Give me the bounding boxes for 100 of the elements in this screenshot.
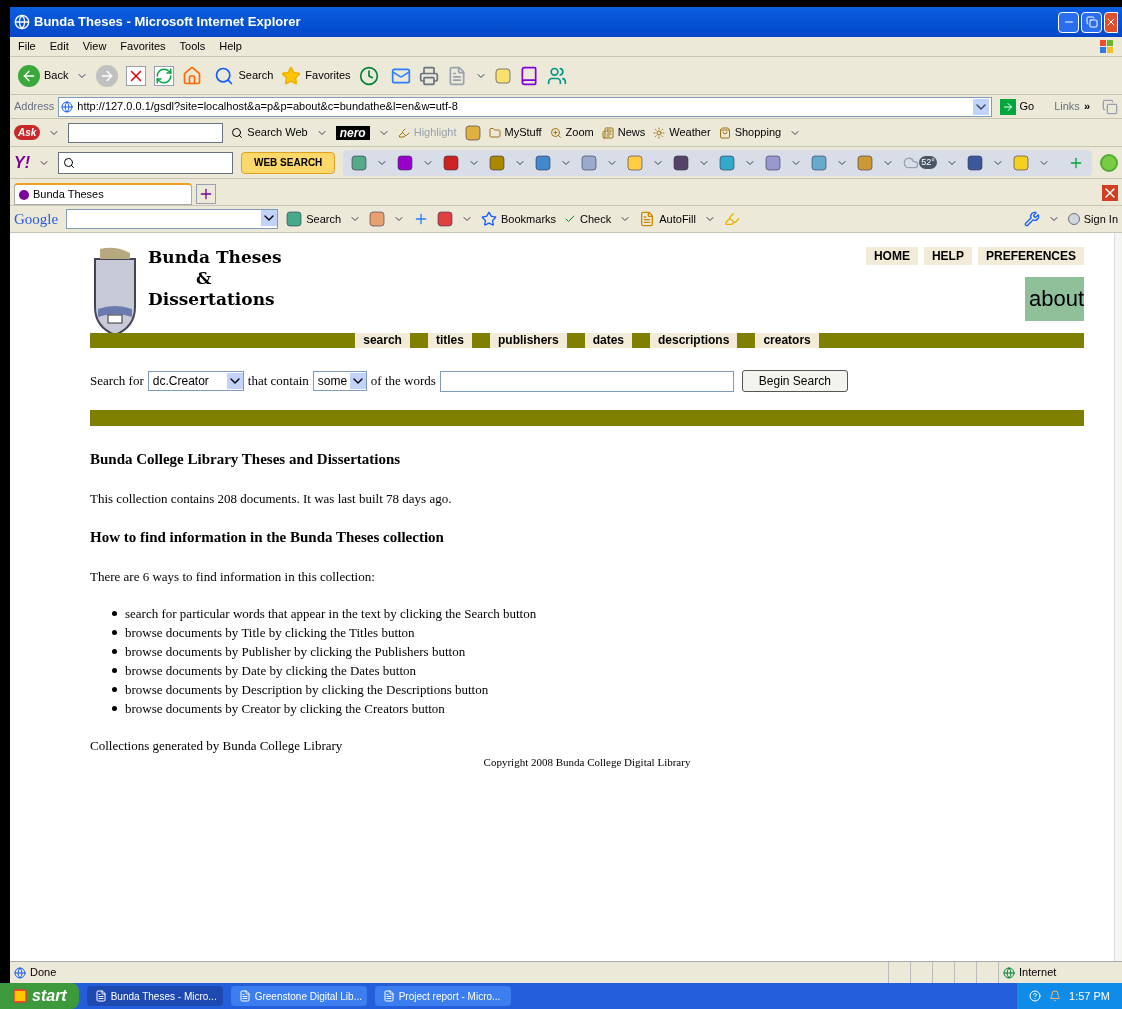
- menu-item[interactable]: Favorites: [120, 38, 166, 55]
- section-heading: How to find information in the Bunda Theses collection: [90, 528, 445, 547]
- list-item: browse documents by Description by clicking the Descriptions button: [125, 681, 489, 699]
- address-field[interactable]: http://127.0.0.1/gsdl?site=localhost&a=p&p=about&c=bundathe&l=en&w=utf-8: [58, 96, 992, 117]
- refresh-icon[interactable]: [154, 65, 175, 86]
- search-web-button[interactable]: Search Web: [231, 124, 308, 141]
- field-select[interactable]: dc.Creator: [147, 371, 244, 391]
- mode-select[interactable]: some: [312, 371, 367, 391]
- top-nav-link[interactable]: PREFERENCES: [977, 247, 1084, 265]
- dropdown-icon[interactable]: [261, 210, 278, 226]
- favorites-button[interactable]: Favorites: [281, 65, 351, 86]
- new-tab-button[interactable]: [196, 184, 216, 204]
- settings-icon[interactable]: [1023, 211, 1040, 227]
- history-icon[interactable]: [358, 65, 379, 86]
- minimize-button[interactable]: [1058, 11, 1079, 33]
- scrollbar[interactable]: [1114, 233, 1122, 961]
- google-logo[interactable]: Google: [14, 207, 59, 231]
- close-button[interactable]: [1104, 11, 1118, 33]
- taskbar-button[interactable]: Bunda Theses - Micro...: [86, 986, 223, 1006]
- pages-icon[interactable]: [1102, 98, 1118, 115]
- toolbar-item[interactable]: Weather: [653, 124, 711, 141]
- autofill-button[interactable]: AutoFill: [639, 210, 696, 228]
- menu-item[interactable]: Edit: [49, 38, 69, 55]
- toolbar-item[interactable]: News: [601, 124, 646, 141]
- square-icon[interactable]: [673, 154, 690, 171]
- square-icon[interactable]: [1012, 154, 1029, 171]
- messenger-icon[interactable]: [546, 65, 567, 86]
- yahoo-search-field[interactable]: [58, 151, 233, 174]
- google-search-button[interactable]: Search: [286, 210, 342, 228]
- dropdown-icon[interactable]: [972, 98, 989, 115]
- folder-icon: [488, 126, 501, 139]
- restore-button[interactable]: [1081, 11, 1102, 33]
- start-button[interactable]: start: [0, 983, 79, 1009]
- summary-text: This collection contains 208 documents. It was last built 78 days ago.: [90, 489, 453, 508]
- nav-button[interactable]: descriptions: [650, 333, 738, 348]
- home-icon[interactable]: [182, 65, 203, 86]
- help-icon[interactable]: [1029, 990, 1042, 1002]
- back-button[interactable]: Back: [18, 64, 69, 87]
- square-icon[interactable]: [627, 154, 644, 171]
- toolbar-item[interactable]: MyStuff: [488, 124, 542, 141]
- query-field[interactable]: [439, 370, 734, 392]
- square-icon[interactable]: [397, 154, 414, 171]
- close-tab-icon[interactable]: [1102, 185, 1118, 201]
- nav-button[interactable]: publishers: [489, 333, 567, 348]
- square-icon[interactable]: [966, 154, 983, 171]
- square-icon[interactable]: [535, 154, 552, 171]
- google-search-field[interactable]: [66, 209, 279, 229]
- square-icon[interactable]: [765, 154, 782, 171]
- links-label[interactable]: Links: [1054, 98, 1080, 115]
- menu-item[interactable]: Help: [219, 38, 242, 55]
- sign-in-button[interactable]: Sign In: [1067, 210, 1118, 228]
- square-icon[interactable]: [489, 154, 506, 171]
- menu-item[interactable]: File: [18, 38, 36, 55]
- stop-icon[interactable]: [126, 65, 147, 86]
- square-icon[interactable]: [719, 154, 736, 171]
- newspaper-icon: [601, 126, 614, 139]
- that-contain-label: that contain: [247, 372, 309, 391]
- nero-logo[interactable]: nero: [335, 125, 370, 140]
- nav-button[interactable]: titles: [427, 333, 472, 348]
- toolbar-item[interactable]: Shopping: [718, 124, 782, 141]
- nav-button[interactable]: search: [355, 333, 410, 348]
- star-icon: [481, 211, 498, 227]
- square-icon[interactable]: [857, 154, 874, 171]
- menu-item[interactable]: View: [82, 38, 107, 55]
- ask-logo[interactable]: Ask: [14, 125, 41, 140]
- go-button[interactable]: Go: [995, 98, 1039, 115]
- nav-button[interactable]: dates: [584, 333, 632, 348]
- check-button[interactable]: Check: [564, 210, 612, 228]
- begin-search-button[interactable]: Begin Search: [741, 370, 848, 392]
- nav-button[interactable]: creators: [755, 333, 819, 348]
- dropdown-icon[interactable]: [226, 373, 243, 389]
- square-icon[interactable]: [443, 154, 460, 171]
- taskbar-button[interactable]: Greenstone Digital Lib...: [230, 986, 367, 1006]
- square-icon[interactable]: [581, 154, 598, 171]
- sun-icon: [653, 126, 666, 139]
- site-logo-text: Bunda Theses & Dissertations: [148, 247, 282, 310]
- menu-item[interactable]: Tools: [179, 38, 206, 55]
- browser-tab[interactable]: Bunda Theses: [14, 183, 192, 205]
- bookmarks-button[interactable]: Bookmarks: [481, 210, 557, 228]
- yahoo-logo[interactable]: Y!: [14, 150, 30, 175]
- zoom-icon: [549, 126, 562, 139]
- bell-icon[interactable]: [1049, 990, 1062, 1002]
- square-icon[interactable]: [369, 211, 386, 227]
- search-button[interactable]: Search: [214, 65, 274, 86]
- more-chevron[interactable]: »: [1083, 98, 1090, 115]
- square-icon[interactable]: [811, 154, 828, 171]
- square-icon[interactable]: [351, 154, 368, 171]
- top-nav-link[interactable]: HOME: [865, 247, 918, 265]
- weather-button[interactable]: 52°: [903, 154, 937, 171]
- highlighter-icon[interactable]: [723, 211, 740, 227]
- bullet-icon: [112, 706, 117, 711]
- note-icon[interactable]: [494, 67, 511, 84]
- ask-search-field[interactable]: [68, 122, 224, 143]
- web-search-button[interactable]: WEB SEARCH: [241, 151, 336, 174]
- taskbar-button[interactable]: Project report - Micro...: [374, 986, 511, 1006]
- toolbar-item[interactable]: Zoom: [549, 124, 594, 141]
- dropdown-icon[interactable]: [349, 373, 366, 389]
- print-icon[interactable]: [418, 65, 439, 86]
- forward-icon[interactable]: [96, 64, 119, 87]
- top-nav-link[interactable]: HELP: [923, 247, 972, 265]
